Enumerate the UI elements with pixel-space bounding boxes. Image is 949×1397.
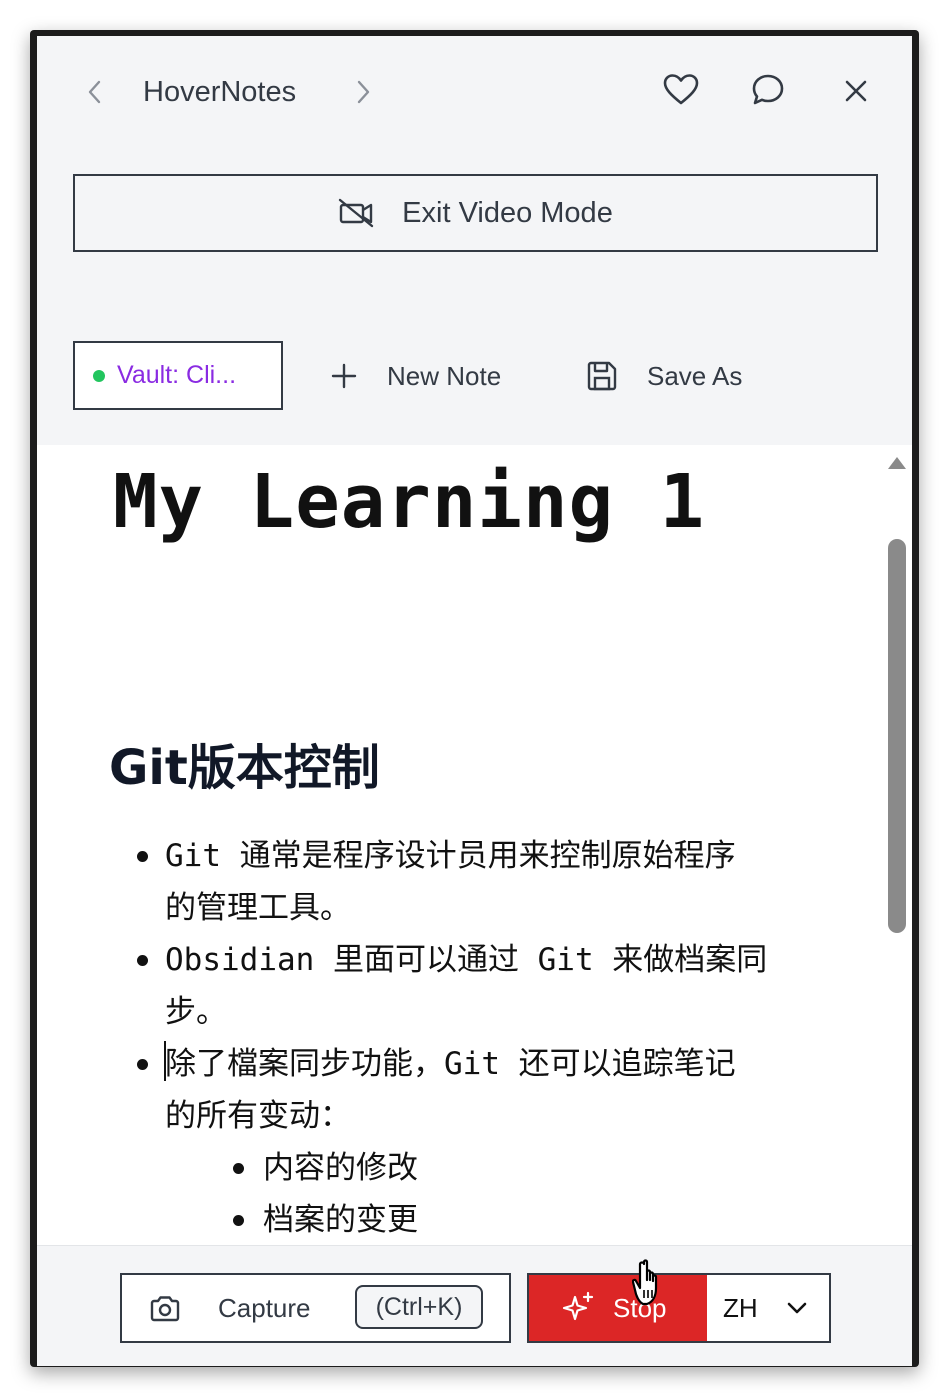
chat-bubble-icon xyxy=(752,74,784,105)
capture-label: Capture xyxy=(218,1293,311,1323)
list-item: 的所有变动： xyxy=(165,1098,351,1134)
video-off-icon xyxy=(338,198,374,228)
sub-bullet-marker xyxy=(233,1163,244,1174)
capture-shortcut-badge: (Ctrl+K) xyxy=(355,1285,483,1329)
stop-language-group: Stop ZH xyxy=(527,1273,831,1343)
hand-pointer-cursor-icon xyxy=(632,1259,658,1306)
note-toolbar: Vault: Cli... New Note Save As xyxy=(37,336,912,416)
save-as-button[interactable]: Save As xyxy=(585,354,742,398)
bullet-marker xyxy=(137,1059,148,1070)
forward-button[interactable] xyxy=(345,74,381,110)
header: HoverNotes xyxy=(37,36,912,148)
list-item: 的管理工具。 xyxy=(165,890,351,926)
list-item: Git 通常是程序设计员用来控制原始程序 xyxy=(165,838,736,874)
scroll-up-arrow-icon xyxy=(888,457,906,469)
list-item: 除了檔案同步功能，Git 还可以追踪笔记 xyxy=(165,1046,736,1082)
language-select[interactable]: ZH xyxy=(723,1275,808,1341)
footer-bar: Capture (Ctrl+K) Stop ZH xyxy=(37,1245,912,1366)
exit-video-mode-button[interactable]: Exit Video Mode xyxy=(73,174,878,252)
vault-label: Vault: Cli... xyxy=(117,361,237,389)
chat-button[interactable] xyxy=(748,70,788,110)
vault-status-dot xyxy=(93,369,105,382)
chevron-left-icon xyxy=(88,80,101,104)
camera-icon xyxy=(150,1296,180,1322)
new-note-label: New Note xyxy=(387,360,502,391)
hovernotes-window: HoverNotes Exit Video Mode Vault: Cli...… xyxy=(37,36,912,1366)
language-value: ZH xyxy=(723,1292,758,1323)
save-as-label: Save As xyxy=(647,360,743,391)
sub-list-item: 档案的变更 xyxy=(263,1202,418,1238)
heart-icon xyxy=(663,74,699,105)
list-item: Obsidian 里面可以通过 Git 来做档案同 xyxy=(165,942,768,978)
vault-selector[interactable]: Vault: Cli... xyxy=(73,341,283,410)
app-title: HoverNotes xyxy=(143,76,297,108)
close-icon xyxy=(845,80,867,102)
close-button[interactable] xyxy=(837,72,875,110)
capture-button[interactable]: Capture (Ctrl+K) xyxy=(120,1273,511,1343)
editor-scrollbar[interactable] xyxy=(885,445,909,1245)
list-item: 步。 xyxy=(165,994,227,1030)
new-note-button[interactable]: New Note xyxy=(329,354,501,398)
scroll-thumb[interactable] xyxy=(888,539,906,933)
stop-button[interactable]: Stop xyxy=(529,1275,707,1341)
note-heading: Git版本控制 xyxy=(109,740,380,796)
exit-video-mode-label: Exit Video Mode xyxy=(402,196,613,229)
plus-icon xyxy=(331,363,357,389)
bullet-marker xyxy=(137,851,148,862)
save-icon xyxy=(587,361,617,391)
favorite-button[interactable] xyxy=(661,70,701,110)
bullet-marker xyxy=(137,955,148,966)
chevron-right-icon xyxy=(357,80,370,104)
sub-list-item: 内容的修改 xyxy=(263,1150,418,1186)
note-editor[interactable]: My Learning 1 Git版本控制 Git 通常是程序设计员用来控制原始… xyxy=(37,445,912,1245)
chevron-down-icon xyxy=(787,1302,806,1314)
note-title: My Learning 1 xyxy=(113,459,706,545)
sparkle-icon xyxy=(562,1291,594,1321)
sub-bullet-marker xyxy=(233,1215,244,1226)
back-button[interactable] xyxy=(77,74,113,110)
